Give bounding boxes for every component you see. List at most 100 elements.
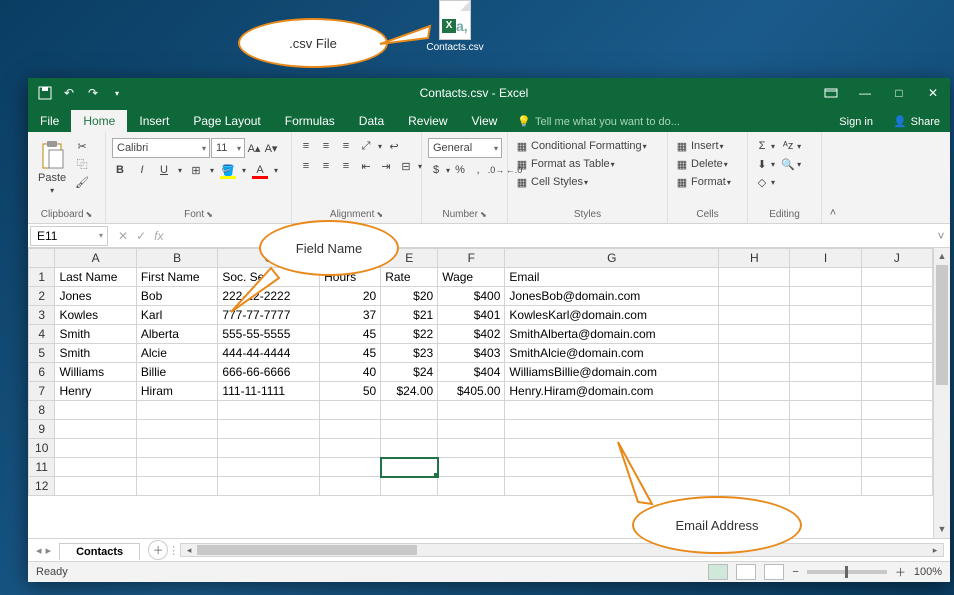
cell-F11[interactable] <box>438 458 505 477</box>
page-break-view-icon[interactable] <box>764 564 784 580</box>
cell-J2[interactable] <box>861 287 932 306</box>
cell-B8[interactable] <box>136 401 217 420</box>
scroll-up-icon[interactable]: ▲ <box>934 248 950 265</box>
copy-icon[interactable]: ⿻ <box>74 156 90 172</box>
tab-home[interactable]: Home <box>71 110 127 132</box>
cell-A11[interactable] <box>55 458 136 477</box>
cell-H2[interactable] <box>719 287 790 306</box>
cell-G12[interactable] <box>505 477 719 496</box>
cell-A5[interactable]: Smith <box>55 344 136 363</box>
scroll-down-icon[interactable]: ▼ <box>934 521 950 538</box>
cell-A12[interactable] <box>55 477 136 496</box>
cell-C4[interactable]: 555-55-5555 <box>218 325 320 344</box>
qat-customize-icon[interactable]: ▾ <box>106 82 128 104</box>
select-all-corner[interactable] <box>29 249 55 268</box>
row-header-2[interactable]: 2 <box>29 287 55 306</box>
cell-H10[interactable] <box>719 439 790 458</box>
cell-D9[interactable] <box>320 420 381 439</box>
cell-E5[interactable]: $23 <box>381 344 438 363</box>
row-header-5[interactable]: 5 <box>29 344 55 363</box>
font-name-select[interactable]: Calibri <box>112 138 210 158</box>
zoom-slider[interactable] <box>807 570 887 574</box>
find-select-icon[interactable]: 🔍 <box>780 156 796 172</box>
scroll-thumb[interactable] <box>936 265 948 385</box>
increase-decimal-icon[interactable]: .0→ <box>488 162 504 178</box>
format-as-table-button[interactable]: ▦Format as Table▾ <box>514 156 615 172</box>
cell-J12[interactable] <box>861 477 932 496</box>
cell-D6[interactable]: 40 <box>320 363 381 382</box>
cell-G8[interactable] <box>505 401 719 420</box>
comma-icon[interactable]: , <box>470 162 486 178</box>
cell-I10[interactable] <box>790 439 861 458</box>
align-left-icon[interactable]: ≡ <box>298 158 314 174</box>
cell-D2[interactable]: 20 <box>320 287 381 306</box>
sort-filter-icon[interactable]: ᴬz <box>780 138 796 154</box>
collapse-ribbon-icon[interactable]: ˄ <box>822 132 844 223</box>
cell-D12[interactable] <box>320 477 381 496</box>
cell-H3[interactable] <box>719 306 790 325</box>
align-center-icon[interactable]: ≡ <box>318 158 334 174</box>
sheet-tab-contacts[interactable]: Contacts <box>59 543 140 560</box>
cell-E11[interactable] <box>381 458 438 477</box>
cell-C10[interactable] <box>218 439 320 458</box>
cell-D3[interactable]: 37 <box>320 306 381 325</box>
cell-B12[interactable] <box>136 477 217 496</box>
cell-F4[interactable]: $402 <box>438 325 505 344</box>
cell-F10[interactable] <box>438 439 505 458</box>
cell-H11[interactable] <box>719 458 790 477</box>
cell-B1[interactable]: First Name <box>136 268 217 287</box>
cell-B9[interactable] <box>136 420 217 439</box>
cell-I5[interactable] <box>790 344 861 363</box>
col-header-F[interactable]: F <box>438 249 505 268</box>
col-header-J[interactable]: J <box>861 249 932 268</box>
cell-I9[interactable] <box>790 420 861 439</box>
cell-E2[interactable]: $20 <box>381 287 438 306</box>
cell-G5[interactable]: SmithAlcie@domain.com <box>505 344 719 363</box>
cell-B10[interactable] <box>136 439 217 458</box>
cell-A7[interactable]: Henry <box>55 382 136 401</box>
row-header-9[interactable]: 9 <box>29 420 55 439</box>
fill-icon[interactable]: ⬇ <box>754 156 770 172</box>
tab-pagelayout[interactable]: Page Layout <box>181 110 272 132</box>
sheet-nav-next-icon[interactable]: ▸ <box>46 544 52 557</box>
cell-H1[interactable] <box>719 268 790 287</box>
cell-J4[interactable] <box>861 325 932 344</box>
dialog-launcher-icon[interactable]: ⬊ <box>206 210 213 219</box>
cell-F8[interactable] <box>438 401 505 420</box>
cell-C6[interactable]: 666-66-6666 <box>218 363 320 382</box>
number-format-select[interactable]: General <box>428 138 502 158</box>
shrink-font-icon[interactable]: A▾ <box>263 140 279 156</box>
cell-I2[interactable] <box>790 287 861 306</box>
cell-H12[interactable] <box>719 477 790 496</box>
cell-F2[interactable]: $400 <box>438 287 505 306</box>
cell-B4[interactable]: Alberta <box>136 325 217 344</box>
col-header-I[interactable]: I <box>790 249 861 268</box>
scroll-right-icon[interactable]: ▸ <box>927 545 943 556</box>
cell-A1[interactable]: Last Name <box>55 268 136 287</box>
decrease-indent-icon[interactable]: ⇤ <box>358 158 374 174</box>
sheetbar-split-icon[interactable]: ⋮ <box>168 544 174 557</box>
cell-B2[interactable]: Bob <box>136 287 217 306</box>
italic-icon[interactable]: I <box>134 162 150 178</box>
cell-C7[interactable]: 111-11-1111 <box>218 382 320 401</box>
font-size-select[interactable]: 11 <box>211 138 245 158</box>
cell-E3[interactable]: $21 <box>381 306 438 325</box>
redo-icon[interactable]: ↷ <box>82 82 104 104</box>
cell-G6[interactable]: WilliamsBillie@domain.com <box>505 363 719 382</box>
cell-A8[interactable] <box>55 401 136 420</box>
cell-C8[interactable] <box>218 401 320 420</box>
col-header-A[interactable]: A <box>55 249 136 268</box>
horizontal-scrollbar[interactable]: ◂ ▸ <box>180 543 944 557</box>
grow-font-icon[interactable]: A▴ <box>246 140 262 156</box>
cell-B6[interactable]: Billie <box>136 363 217 382</box>
underline-icon[interactable]: U <box>156 162 172 178</box>
cell-E10[interactable] <box>381 439 438 458</box>
cell-J5[interactable] <box>861 344 932 363</box>
ribbon-display-icon[interactable] <box>814 78 848 108</box>
minimize-icon[interactable]: ― <box>848 78 882 108</box>
cell-E7[interactable]: $24.00 <box>381 382 438 401</box>
cell-E6[interactable]: $24 <box>381 363 438 382</box>
fx-icon[interactable]: fx <box>154 229 163 243</box>
cell-G11[interactable] <box>505 458 719 477</box>
cell-C11[interactable] <box>218 458 320 477</box>
